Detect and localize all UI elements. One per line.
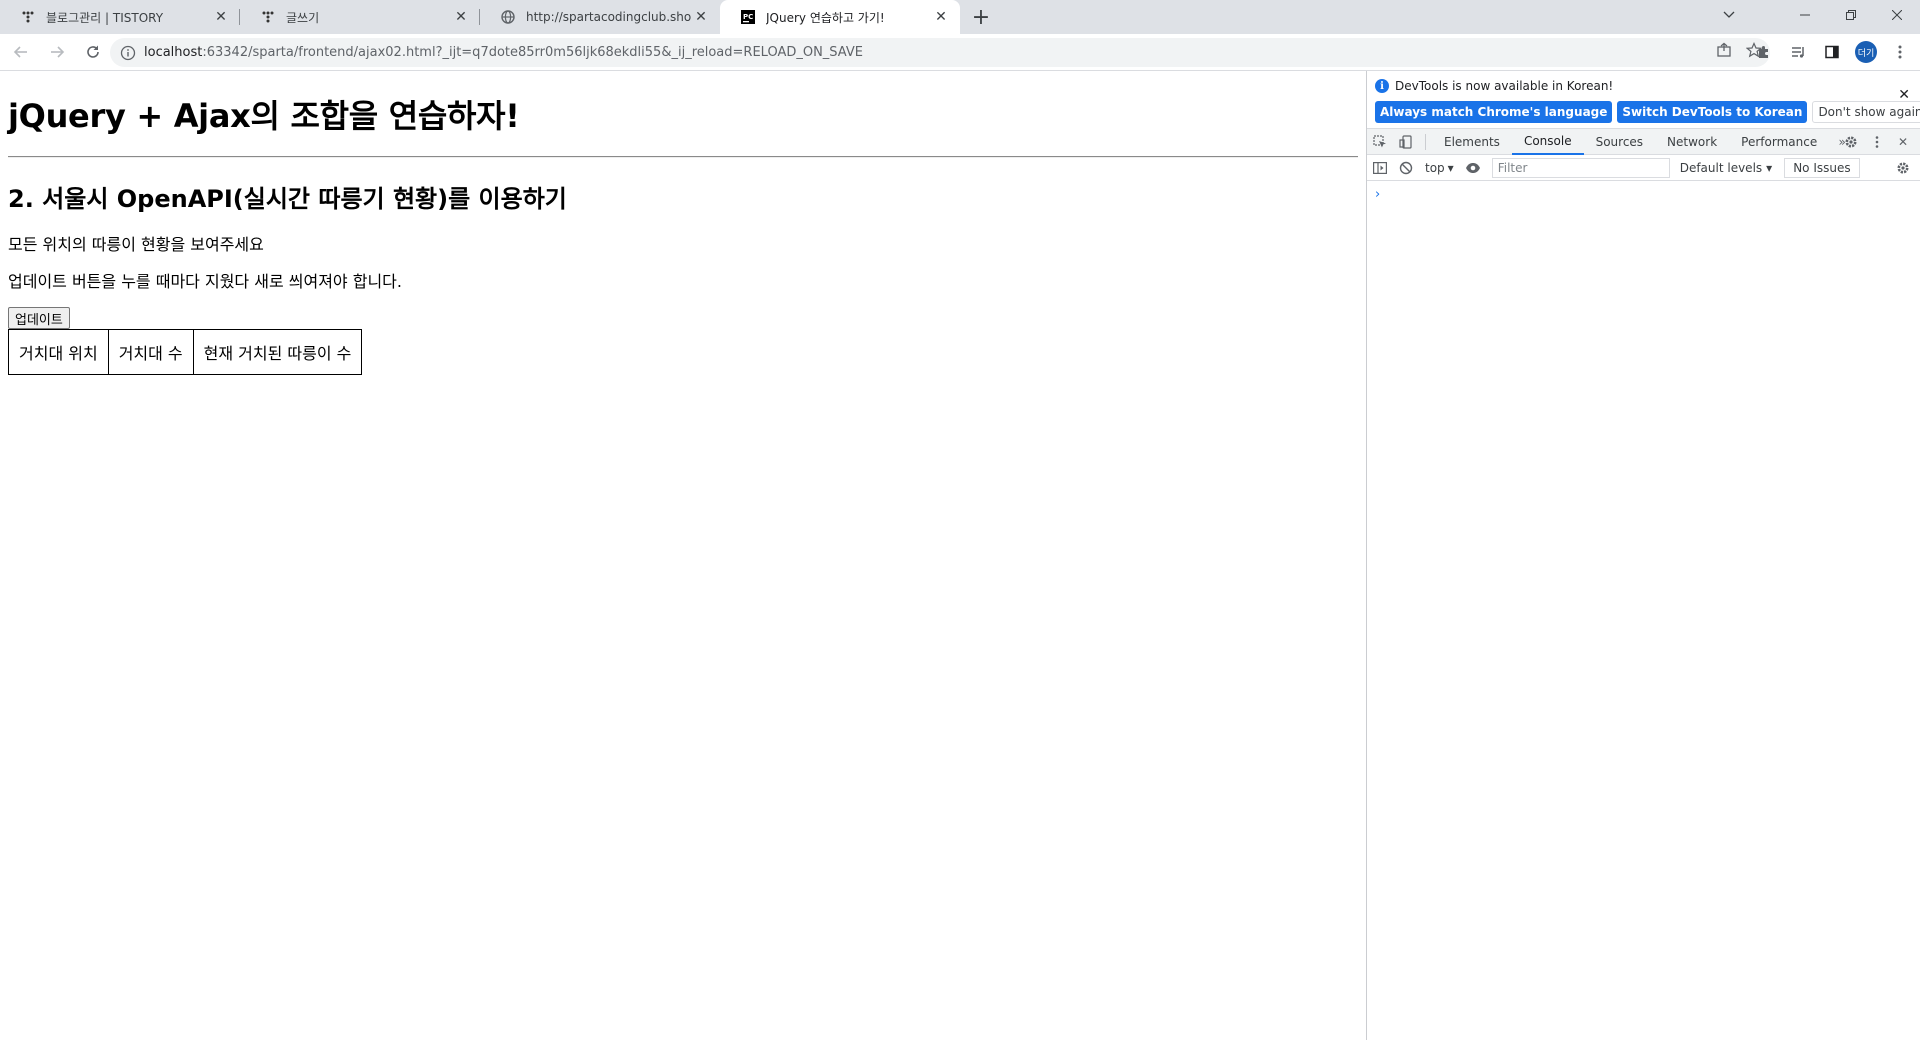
sidebar-toggle-icon[interactable] — [1367, 156, 1393, 180]
page-title: jQuery + Ajax의 조합을 연습하자! — [8, 97, 520, 135]
console-toolbar: top ▾ Filter Default levels ▾ No Issues — [1367, 155, 1920, 181]
log-levels-dropdown[interactable]: Default levels ▾ — [1676, 161, 1776, 175]
tab-search-icon[interactable] — [1706, 0, 1752, 30]
tab-title: http://spartacodingclub.shop/sp — [526, 10, 692, 24]
close-icon[interactable]: ✕ — [452, 8, 470, 26]
globe-icon — [500, 9, 516, 25]
inspect-element-icon[interactable] — [1367, 129, 1393, 155]
tab-jquery-practice[interactable]: PC JQuery 연습하고 가기! ✕ — [720, 0, 960, 34]
extensions-puzzle-icon[interactable] — [1752, 38, 1776, 66]
address-bar[interactable]: localhost:63342/sparta/frontend/ajax02.h… — [110, 38, 1770, 67]
arrow-left-icon — [13, 46, 27, 58]
clear-console-icon[interactable] — [1393, 156, 1419, 180]
close-icon[interactable]: ✕ — [212, 8, 230, 26]
restore-icon[interactable] — [1828, 0, 1874, 30]
site-info-icon — [120, 45, 136, 60]
console-settings-gear-icon[interactable] — [1890, 156, 1916, 180]
pycharm-icon: PC — [740, 9, 756, 25]
window-controls — [1706, 0, 1920, 30]
svg-text:PC: PC — [743, 13, 753, 21]
context-selector[interactable]: top ▾ — [1419, 161, 1460, 175]
dropdown-arrow-icon: ▾ — [1766, 160, 1773, 175]
tab-tistory-admin[interactable]: 블로그관리 | TISTORY ✕ — [0, 0, 240, 34]
profile-avatar[interactable]: 더기 — [1854, 38, 1878, 66]
window-close-icon[interactable] — [1874, 0, 1920, 30]
devtools-panel: i DevTools is now available in Korean! A… — [1366, 71, 1920, 1040]
header-rack-count: 거치대 수 — [107, 329, 194, 375]
tab-title: 글쓰기 — [286, 10, 320, 25]
tab-title: JQuery 연습하고 가기! — [766, 10, 885, 25]
dont-show-again-button[interactable]: Don't show again — [1812, 101, 1920, 123]
url-host: localhost — [144, 45, 203, 60]
side-panel-icon[interactable] — [1820, 38, 1844, 66]
page-content: jQuery + Ajax의 조합을 연습하자! 2. 서울시 OpenAPI(… — [0, 71, 1366, 1040]
tistory-icon — [20, 9, 36, 25]
settings-gear-icon[interactable] — [1838, 129, 1864, 155]
close-icon[interactable]: ✕ — [692, 8, 710, 26]
switch-to-korean-button[interactable]: Switch DevTools to Korean — [1617, 101, 1808, 123]
tab-sources[interactable]: Sources — [1584, 129, 1655, 155]
table-header-row: 거치대 위치 거치대 수 현재 거치된 따릉이 수 — [8, 329, 363, 375]
avatar: 더기 — [1855, 41, 1877, 63]
language-banner: i DevTools is now available in Korean! A… — [1367, 71, 1920, 128]
devtools-menu-kebab-icon[interactable] — [1864, 129, 1890, 155]
reload-icon — [87, 45, 99, 58]
device-toolbar-icon[interactable] — [1393, 129, 1419, 155]
issues-button[interactable]: No Issues — [1784, 157, 1860, 178]
tab-elements[interactable]: Elements — [1432, 129, 1512, 155]
tab-spartacodingclub[interactable]: http://spartacodingclub.shop/sp ✕ — [480, 0, 720, 34]
dropdown-arrow-icon: ▾ — [1447, 160, 1454, 175]
minimize-icon[interactable] — [1782, 0, 1828, 30]
live-expression-eye-icon[interactable] — [1460, 156, 1486, 180]
section-title: 2. 서울시 OpenAPI(실시간 따릉기 현황)를 이용하기 — [8, 185, 567, 213]
banner-message: DevTools is now available in Korean! — [1395, 79, 1614, 93]
url-path: :63342/sparta/frontend/ajax02.html?_ijt=… — [202, 45, 863, 60]
arrow-right-icon — [51, 46, 65, 58]
console-prompt[interactable]: › — [1375, 187, 1380, 202]
new-tab-button[interactable]: + — [964, 0, 998, 34]
back-button[interactable] — [6, 37, 36, 67]
menu-kebab-icon[interactable] — [1888, 38, 1912, 66]
console-filter-input[interactable]: Filter — [1491, 157, 1670, 178]
close-devtools-icon[interactable]: ✕ — [1890, 129, 1916, 155]
levels-label: Default levels — [1679, 160, 1763, 175]
tab-performance[interactable]: Performance — [1729, 129, 1829, 155]
reload-button[interactable] — [78, 37, 108, 67]
close-banner-icon[interactable]: ✕ — [1898, 87, 1910, 103]
instruction-text-1: 모든 위치의 따릉이 현황을 보여주세요 — [8, 235, 264, 254]
forward-button[interactable] — [42, 37, 72, 67]
divider — [8, 156, 1358, 158]
tab-network[interactable]: Network — [1655, 129, 1729, 155]
header-parked-bike-count: 현재 거치된 따릉이 수 — [192, 329, 363, 375]
update-button[interactable]: 업데이트 — [8, 307, 70, 329]
close-icon[interactable]: ✕ — [932, 8, 950, 26]
bike-status-table: 거치대 위치 거치대 수 현재 거치된 따릉이 수 — [8, 329, 363, 375]
header-station-location: 거치대 위치 — [8, 329, 109, 375]
always-match-language-button[interactable]: Always match Chrome's language — [1375, 101, 1613, 123]
share-icon[interactable] — [1716, 42, 1732, 62]
tab-title: 블로그관리 | TISTORY — [46, 10, 164, 25]
tistory-icon — [260, 9, 276, 25]
tab-console[interactable]: Console — [1511, 129, 1584, 155]
devtools-tabbar: Elements Console Sources Network Perform… — [1367, 128, 1920, 155]
info-icon: i — [1375, 79, 1389, 93]
reading-list-icon[interactable] — [1786, 38, 1810, 66]
browser-toolbar: localhost:63342/sparta/frontend/ajax02.h… — [0, 34, 1920, 71]
tab-strip: 블로그관리 | TISTORY ✕ 글쓰기 ✕ http://spartacod… — [0, 0, 1920, 34]
tab-write[interactable]: 글쓰기 ✕ — [240, 0, 480, 34]
instruction-text-2: 업데이트 버튼을 누를 때마다 지웠다 새로 씌여져야 합니다. — [8, 272, 402, 291]
context-label: top — [1425, 160, 1445, 175]
